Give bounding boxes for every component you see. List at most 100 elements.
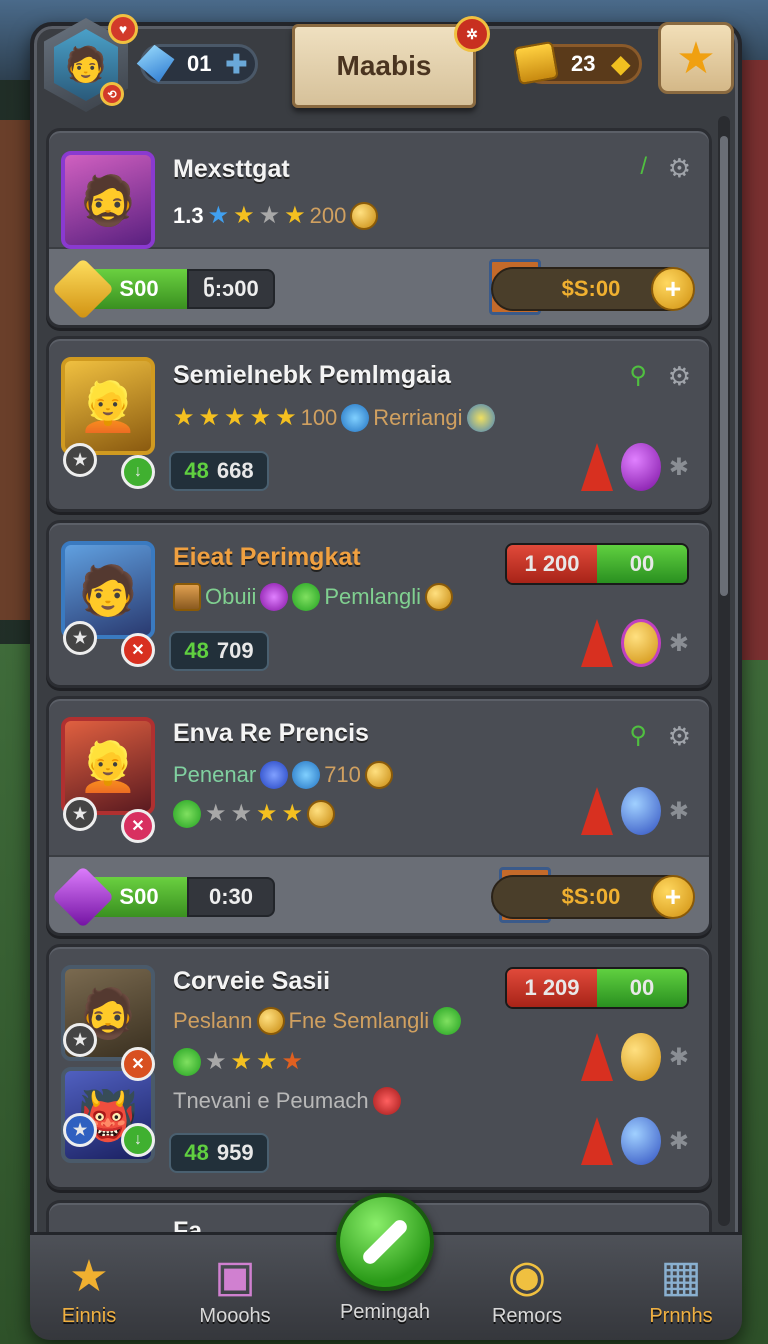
plus-icon[interactable]: ✚	[225, 49, 247, 80]
remove-badge[interactable]: ✕	[121, 1047, 155, 1081]
plus-icon[interactable]: +	[651, 875, 695, 919]
star-icon: ★	[205, 1048, 227, 1075]
blue-heart-icon	[341, 403, 370, 432]
character-name: Eieat Perimgkat	[173, 543, 361, 571]
edit-icon[interactable]: /	[640, 153, 647, 181]
nav-item-rewards[interactable]: ◉ Remoɾs	[472, 1251, 582, 1328]
items-row: Peslann Fne Semlangli	[173, 1007, 462, 1035]
pin-icon[interactable]: ✱	[669, 797, 689, 826]
notification-badge[interactable]: ♥	[108, 14, 138, 44]
nav-item-moods[interactable]: ▣ Mooohs	[180, 1251, 290, 1328]
character-name: Enva Re Prencis	[173, 719, 369, 747]
green-value[interactable]: 00	[597, 969, 687, 1007]
star-icon: ★	[230, 1048, 253, 1075]
price-toggle[interactable]: 1 209 00	[505, 967, 689, 1009]
rank-star-badge: ★	[63, 1023, 97, 1057]
buy-button[interactable]: $S:00 +	[491, 875, 695, 919]
level-badge[interactable]: ↓	[121, 1123, 155, 1157]
red-value[interactable]: 1 200	[507, 545, 597, 583]
alert-badge[interactable]: ⟲	[100, 82, 124, 106]
pin-icon[interactable]: ✱	[669, 629, 689, 658]
bottom-navigation: ★ Einnis ▣ Mooohs Pemingah ◉ Remoɾs ▦ Pr…	[30, 1193, 742, 1340]
rating-row: ★ ★ ★ ★	[173, 1047, 303, 1076]
red-cone-icon	[580, 1117, 613, 1165]
star-icon: ★	[281, 1048, 304, 1075]
tag-value: Rerriangi	[373, 404, 463, 430]
cost-bar[interactable]: S00 ნ:ɔ00	[51, 257, 275, 321]
rank-star-badge: ★	[63, 1113, 97, 1147]
top-bar: 🧑 ♥ ⟲ 01 ✚ Maabis ✲ 23 ◆ ★	[30, 14, 742, 114]
gear-icon[interactable]: ⚙	[668, 153, 691, 184]
remove-badge[interactable]: ✕	[121, 809, 155, 843]
main-action-button[interactable]	[336, 1193, 434, 1291]
blue-egg-icon	[620, 787, 661, 835]
equipment-slot[interactable]: ✱	[580, 1117, 689, 1165]
gold-coin-icon	[256, 1007, 285, 1035]
scrollbar-thumb[interactable]	[720, 136, 728, 596]
buy-price: $S:00	[561, 276, 621, 301]
gear-icon[interactable]: ⚙	[668, 721, 691, 752]
red-value[interactable]: 1 209	[507, 969, 597, 1007]
list-item[interactable]: 🧔 👹 ★ ✕ ★ ↓ Corveie Sasii Peslann Fne Se…	[46, 944, 712, 1190]
nav-item-prizes[interactable]: ▦ Prnnhs	[626, 1251, 736, 1328]
buy-button[interactable]: $S:00 +	[491, 267, 695, 311]
character-portrait[interactable]: 👱	[61, 357, 155, 455]
pin-icon[interactable]: ✱	[669, 453, 689, 482]
red-cone-icon	[580, 1033, 613, 1081]
price-toggle[interactable]: 1 200 00	[505, 543, 689, 585]
character-portrait[interactable]: 🧔	[61, 151, 155, 249]
nav-label: Prnnhs	[649, 1305, 713, 1327]
monitor-icon: ▦	[660, 1252, 702, 1301]
settings-cog-badge[interactable]: ✲	[454, 16, 490, 52]
nav-item-main[interactable]: Pemingah	[330, 1301, 440, 1324]
purple-egg-icon	[620, 443, 661, 491]
level-down-badge[interactable]: ↓	[121, 455, 155, 489]
list-item[interactable]: 👱 ★ ✕ Enva Re Prencis Penenar 710 ★ ★ ★ …	[46, 696, 712, 936]
green-orb-icon	[173, 1047, 201, 1076]
scrollbar[interactable]	[718, 116, 730, 1226]
star-icon: ★	[69, 1252, 109, 1301]
gold-egg-icon	[620, 619, 661, 667]
level-counter: 48 709	[169, 631, 269, 671]
red-token-icon	[372, 1087, 401, 1115]
pin-icon[interactable]: ✱	[669, 1043, 689, 1072]
cost-bar[interactable]: S00 0:30	[51, 865, 275, 929]
search-icon[interactable]: ⚲	[629, 721, 647, 750]
face-token-icon	[364, 761, 393, 789]
nav-item-events[interactable]: ★ Einnis	[34, 1251, 144, 1328]
star-icon: ★	[230, 800, 253, 827]
plus-icon[interactable]: +	[651, 267, 695, 311]
equipment-slot[interactable]: ✱	[580, 443, 689, 491]
star-icon: ★	[258, 202, 281, 229]
list-item[interactable]: 🧑 ★ ✕ Eieat Perimgkat Obuii Pemlangli 1 …	[46, 520, 712, 688]
rank-star-badge: ★	[63, 443, 97, 477]
counter-b: 959	[216, 1140, 254, 1165]
character-name: Semielnebk Pemlmgaia	[173, 361, 451, 389]
equipment-slot[interactable]: ✱	[580, 619, 689, 667]
item-a: Obuii	[205, 584, 257, 609]
equipment-slot[interactable]: ✱	[580, 787, 689, 835]
gold-coin-icon	[424, 583, 453, 611]
favorites-button[interactable]: ★	[658, 22, 734, 94]
red-cone-icon	[580, 787, 613, 835]
blue-egg-icon	[620, 1117, 661, 1165]
green-value[interactable]: 00	[597, 545, 687, 583]
remove-badge[interactable]: ✕	[121, 633, 155, 667]
score-value: 710	[324, 762, 361, 787]
pin-icon[interactable]: ✱	[669, 1127, 689, 1156]
line3-row: Tnevani e Peumach	[173, 1087, 401, 1115]
rating-value: 1.3	[173, 202, 204, 228]
rank-star-badge: ★	[63, 797, 97, 831]
search-icon[interactable]: ⚲	[629, 361, 647, 390]
counter-a: 48	[184, 1140, 209, 1165]
gear-icon[interactable]: ⚙	[668, 361, 691, 392]
yellow-gem-icon: ◆	[611, 50, 630, 78]
list-item[interactable]: 👱 ★ ↓ Semielnebk Pemlmgaia ★ ★ ★ ★ ★ 100…	[46, 336, 712, 512]
score-value: 100	[300, 404, 338, 430]
face-token-icon	[307, 799, 336, 828]
star-icon: ★	[275, 404, 297, 431]
rating-row: ★ ★ ★ ★ ★ 100 Rerriangi	[173, 403, 495, 432]
counter-b: 668	[216, 458, 254, 483]
equipment-slot[interactable]: ✱	[580, 1033, 689, 1081]
list-item[interactable]: 🧔 Mexsttgat 1.3 ★ ★ ★ ★ 200 / ⚙ S00 ნ:ɔ0…	[46, 128, 712, 328]
